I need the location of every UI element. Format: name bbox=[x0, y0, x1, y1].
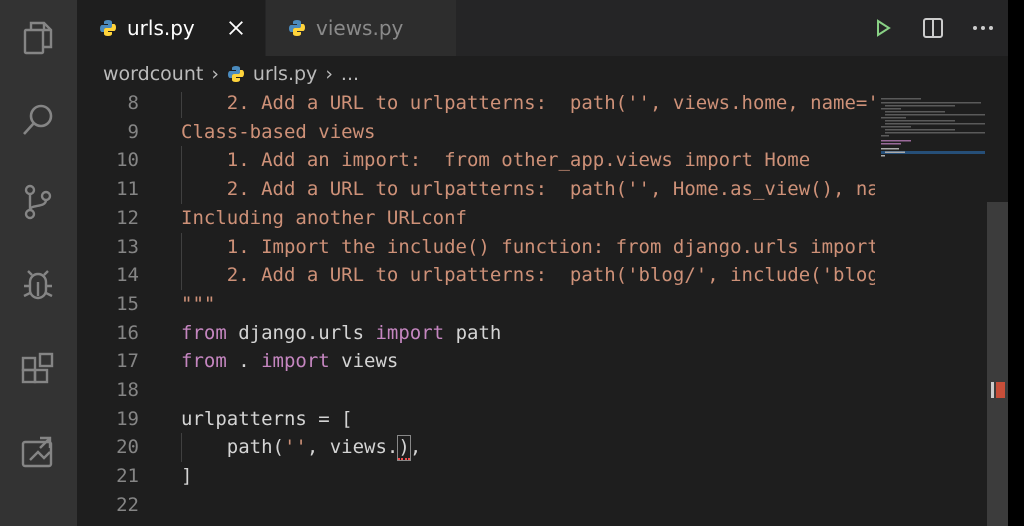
line-number: 16 bbox=[116, 321, 139, 344]
code-text: 2. Add a URL to urlpatterns: path('', Ho… bbox=[181, 178, 875, 201]
more-actions-icon[interactable] bbox=[958, 0, 1008, 56]
breadcrumb: wordcount › urls.py › ... bbox=[77, 56, 1008, 92]
code-line[interactable]: 20 path('', views.), bbox=[77, 433, 875, 462]
code-line[interactable]: 14 2. Add a URL to urlpatterns: path('bl… bbox=[77, 261, 875, 290]
editor-actions bbox=[858, 0, 1008, 56]
line-number: 15 bbox=[116, 292, 139, 315]
identifier-token: ] bbox=[181, 465, 193, 488]
keyword-token: import bbox=[375, 321, 445, 344]
line-number: 9 bbox=[127, 120, 139, 143]
keyword-token: from bbox=[181, 350, 227, 373]
code-line[interactable]: 22 bbox=[77, 491, 875, 520]
line-number: 19 bbox=[116, 407, 139, 430]
identifier-token: = bbox=[318, 407, 330, 430]
tab-views-py[interactable]: views.py bbox=[266, 0, 456, 56]
code-text: 1. Add an import: from other_app.views i… bbox=[181, 149, 811, 172]
explorer-icon[interactable] bbox=[16, 16, 60, 60]
code-line[interactable]: 10 1. Add an import: from other_app.view… bbox=[77, 146, 875, 175]
code-line[interactable]: 15 """ bbox=[77, 290, 875, 319]
code-line[interactable]: 13 1. Import the include() function: fro… bbox=[77, 233, 875, 262]
indent-guide bbox=[181, 433, 182, 463]
keyword-token: from bbox=[181, 321, 227, 344]
run-icon[interactable] bbox=[858, 0, 908, 56]
code-line[interactable]: 12 Including another URLconf bbox=[77, 204, 875, 233]
tab-label: urls.py bbox=[127, 16, 195, 40]
python-file-icon bbox=[288, 19, 306, 37]
extensions-icon[interactable] bbox=[16, 348, 60, 392]
line-number: 10 bbox=[116, 149, 139, 172]
code-text: 1. Import the include() function: from d… bbox=[181, 235, 875, 258]
debug-icon[interactable] bbox=[16, 264, 60, 308]
breadcrumb-folder[interactable]: wordcount bbox=[103, 63, 203, 85]
tab-label: views.py bbox=[316, 16, 404, 40]
search-icon[interactable] bbox=[16, 98, 60, 142]
python-file-icon bbox=[99, 19, 117, 37]
identifier-token: , bbox=[409, 436, 422, 459]
window-edge bbox=[1008, 0, 1024, 526]
line-number: 13 bbox=[116, 235, 139, 258]
code-line[interactable]: 9 Class-based views bbox=[77, 118, 875, 147]
indent-guide bbox=[181, 146, 182, 204]
breadcrumb-file[interactable]: urls.py bbox=[253, 63, 317, 85]
code-text: Class-based views bbox=[181, 120, 376, 143]
code-line[interactable]: 11 2. Add a URL to urlpatterns: path('',… bbox=[77, 175, 875, 204]
remote-explorer-icon[interactable] bbox=[16, 430, 60, 474]
code-line[interactable]: 17 from . import views bbox=[77, 347, 875, 376]
indent-guide bbox=[181, 232, 182, 290]
identifier-token: path bbox=[444, 321, 502, 344]
line-number: 18 bbox=[116, 379, 139, 401]
source-control-icon[interactable] bbox=[16, 180, 60, 224]
code-text: 2. Add a URL to urlpatterns: path('', vi… bbox=[181, 92, 875, 114]
code-text: """ bbox=[181, 292, 216, 315]
code-text: from . import views bbox=[181, 347, 398, 376]
code-text: Including another URLconf bbox=[181, 206, 467, 229]
minimap[interactable] bbox=[875, 92, 987, 526]
code-text: from django.urls import path bbox=[181, 319, 501, 348]
chevron-right-icon: › bbox=[325, 63, 333, 85]
code-editor[interactable]: 8 2. Add a URL to urlpatterns: path('', … bbox=[77, 92, 875, 526]
line-number: 11 bbox=[116, 178, 139, 201]
line-number: 17 bbox=[116, 350, 139, 373]
code-text: urlpatterns = [ bbox=[181, 405, 353, 434]
code-line[interactable]: 19 urlpatterns = [ bbox=[77, 405, 875, 434]
identifier-token: views bbox=[329, 350, 399, 373]
python-file-icon bbox=[227, 65, 245, 83]
chevron-right-icon: › bbox=[211, 63, 219, 85]
line-number: 22 bbox=[116, 493, 139, 516]
tab-urls-py[interactable]: urls.py bbox=[77, 0, 265, 56]
line-number: 14 bbox=[116, 264, 139, 287]
scrollbar-thumb[interactable] bbox=[987, 202, 1008, 526]
code-line[interactable]: 18 bbox=[77, 376, 875, 405]
line-number: 12 bbox=[116, 206, 139, 229]
tab-bar: urls.py views.py bbox=[77, 0, 1008, 56]
error-marker bbox=[991, 382, 1005, 398]
line-number: 21 bbox=[116, 465, 139, 488]
identifier-token: path( bbox=[181, 436, 284, 459]
activity-bar bbox=[0, 0, 77, 526]
breadcrumb-more[interactable]: ... bbox=[341, 63, 359, 85]
identifier-token: urlpatterns bbox=[181, 407, 319, 430]
keyword-token: import bbox=[261, 350, 330, 373]
identifier-token: . bbox=[226, 350, 262, 373]
line-number: 20 bbox=[116, 436, 139, 459]
code-line[interactable]: 21] bbox=[77, 462, 875, 491]
code-text: 2. Add a URL to urlpatterns: path('blog/… bbox=[181, 264, 875, 287]
string-token: '' bbox=[283, 436, 307, 459]
code-text: path('', views.), bbox=[181, 433, 421, 462]
text-cursor-bracket: ) bbox=[397, 435, 411, 462]
line-number: 8 bbox=[127, 92, 139, 114]
split-editor-icon[interactable] bbox=[908, 0, 958, 56]
identifier-token: django.urls bbox=[226, 321, 376, 344]
indent-guide bbox=[181, 92, 182, 118]
close-icon[interactable] bbox=[225, 17, 247, 39]
code-line[interactable]: 8 2. Add a URL to urlpatterns: path('', … bbox=[77, 92, 875, 118]
identifier-token: , views. bbox=[306, 436, 399, 459]
code-text: ] bbox=[181, 462, 192, 491]
identifier-token: [ bbox=[329, 407, 353, 430]
vertical-scrollbar[interactable] bbox=[987, 92, 1008, 526]
code-line[interactable]: 16 from django.urls import path bbox=[77, 319, 875, 348]
